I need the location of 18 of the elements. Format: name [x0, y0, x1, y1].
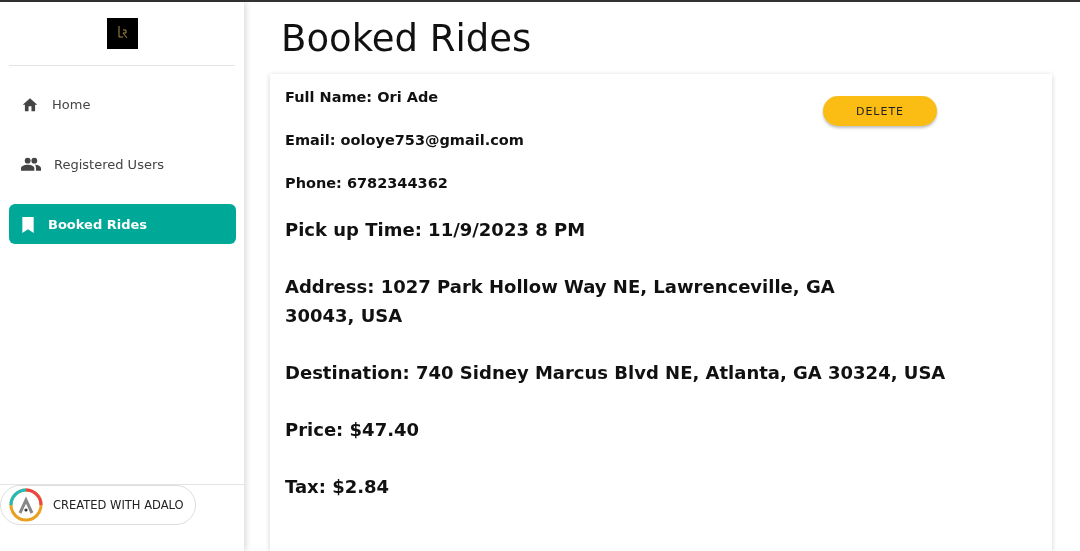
- booking-detail: Full Name: Ori Ade: [285, 88, 440, 107]
- page-title: Booked Rides: [281, 16, 533, 62]
- booking-detail: Price: $47.40: [285, 418, 421, 442]
- booking-detail: Destination: 740 Sidney Marcus Blvd NE, Atlanta, GA 30324, USA: [285, 361, 947, 385]
- booking-detail: Email: ooloye753@gmail.com: [285, 131, 524, 150]
- logo-icon: [106, 18, 138, 49]
- booking-detail: Tax: $2.84: [285, 475, 391, 499]
- booking-detail: Phone: 6782344362: [285, 174, 449, 193]
- booking-detail: Pick up Time: 11/9/2023 8 PM: [285, 218, 587, 242]
- home-icon: [21, 96, 39, 112]
- sidebar-item[interactable]: Home: [9, 84, 236, 124]
- booking-detail: Address: 1027 Park Hollow Way NE, Lawrenceville, GA 30043, USA: [285, 275, 836, 328]
- adalo-logo-icon: [9, 488, 43, 522]
- bookmark-icon: [21, 215, 35, 233]
- delete-button[interactable]: DELETE: [823, 96, 937, 126]
- sidebar-item[interactable]: Registered Users: [9, 144, 236, 184]
- adalo-badge[interactable]: CREATED WITH ADALO: [0, 485, 196, 525]
- users-icon: [21, 157, 41, 171]
